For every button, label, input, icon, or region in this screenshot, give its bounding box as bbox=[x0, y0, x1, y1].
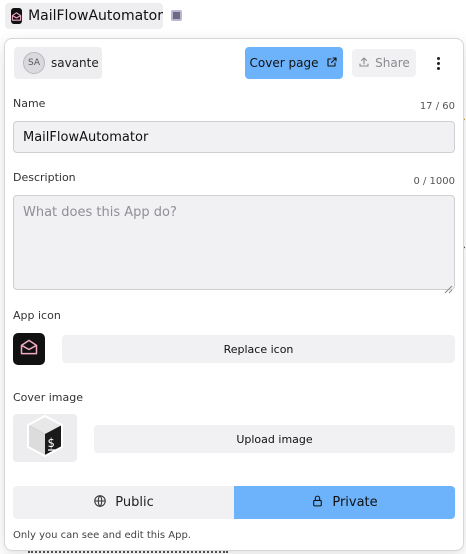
visibility-toggle: Public Private bbox=[13, 486, 455, 519]
visibility-note: Only you can see and edit this App. bbox=[13, 530, 191, 541]
share-button[interactable]: Share bbox=[352, 49, 416, 77]
avatar: SA bbox=[23, 52, 45, 74]
top-bar: MailFlowAutomator bbox=[0, 0, 466, 32]
description-input[interactable] bbox=[13, 195, 455, 290]
more-vertical-icon[interactable] bbox=[429, 51, 447, 75]
owner-chip[interactable]: SA savante bbox=[14, 47, 102, 79]
mail-open-icon bbox=[11, 8, 23, 24]
terminal-icon: $ bbox=[25, 414, 65, 462]
name-counter: 17 / 60 bbox=[419, 101, 455, 112]
status-indicator bbox=[171, 10, 182, 21]
upload-image-button[interactable]: Upload image bbox=[94, 425, 455, 453]
upload-icon bbox=[358, 56, 370, 71]
cover-page-label: Cover page bbox=[249, 56, 319, 70]
cover-page-button[interactable]: Cover page bbox=[245, 47, 343, 79]
mail-open-icon bbox=[19, 337, 39, 361]
app-settings-panel: SA savante Cover page Share Name 17 / 60… bbox=[4, 38, 464, 551]
app-name-chip[interactable]: MailFlowAutomator bbox=[5, 3, 163, 29]
app-icon-label: App icon bbox=[13, 309, 61, 322]
visibility-private-option[interactable]: Private bbox=[234, 486, 455, 519]
svg-text:$: $ bbox=[47, 436, 54, 450]
cover-image-preview: $ bbox=[13, 414, 77, 462]
app-name: MailFlowAutomator bbox=[28, 8, 163, 24]
visibility-private-label: Private bbox=[332, 495, 378, 510]
cover-image-label: Cover image bbox=[13, 391, 83, 404]
name-label: Name bbox=[13, 97, 46, 110]
visibility-public-label: Public bbox=[115, 495, 154, 510]
resize-grip-icon[interactable] bbox=[444, 279, 453, 294]
description-label: Description bbox=[13, 171, 76, 184]
share-label: Share bbox=[375, 56, 410, 70]
lock-icon bbox=[311, 494, 324, 512]
globe-icon bbox=[93, 494, 107, 512]
owner-name: savante bbox=[51, 56, 99, 70]
visibility-public-option[interactable]: Public bbox=[13, 486, 234, 519]
description-counter: 0 / 1000 bbox=[413, 176, 455, 187]
replace-icon-button[interactable]: Replace icon bbox=[62, 335, 455, 363]
name-input[interactable] bbox=[13, 121, 455, 153]
app-icon-preview bbox=[13, 333, 45, 365]
external-link-icon bbox=[326, 56, 338, 71]
